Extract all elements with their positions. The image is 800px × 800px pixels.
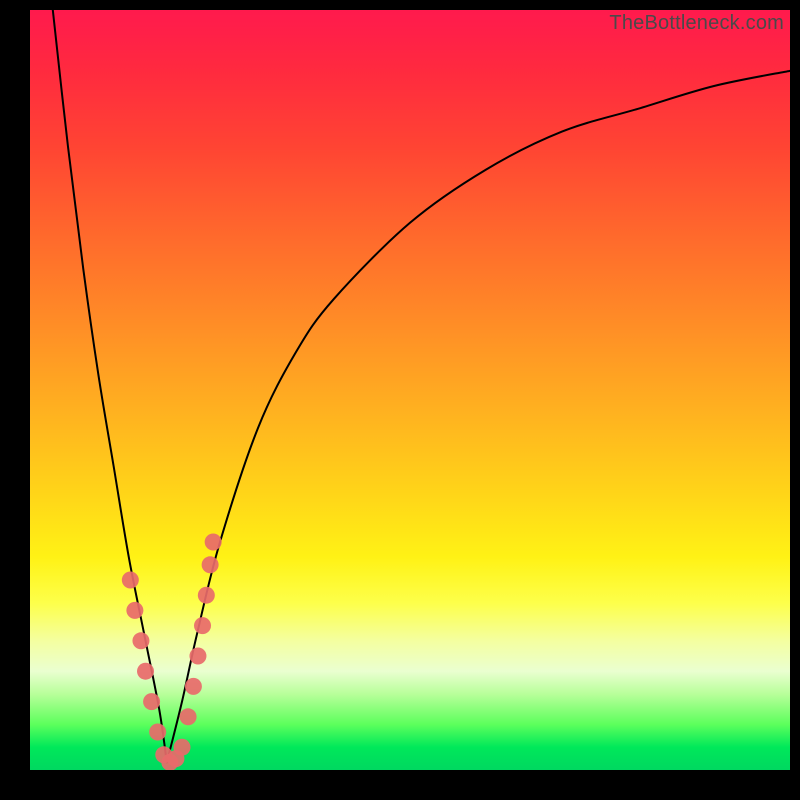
marker-dot (174, 739, 191, 756)
chart-frame: TheBottleneck.com (0, 0, 800, 800)
marker-dot (185, 678, 202, 695)
marker-dot (126, 602, 143, 619)
marker-group (122, 534, 222, 771)
curve-left-branch (53, 10, 167, 762)
marker-dot (194, 617, 211, 634)
marker-dot (137, 663, 154, 680)
marker-dot (202, 556, 219, 573)
series-left-branch (53, 10, 167, 762)
marker-dot (180, 708, 197, 725)
series-right-branch (167, 71, 790, 763)
marker-dot (132, 632, 149, 649)
marker-dot (149, 724, 166, 741)
marker-dot (122, 572, 139, 589)
curve-right-branch (167, 71, 790, 763)
plot-area: TheBottleneck.com (30, 10, 790, 770)
chart-svg (30, 10, 790, 770)
marker-dot (143, 693, 160, 710)
marker-dot (198, 587, 215, 604)
marker-dot (189, 648, 206, 665)
marker-dot (205, 534, 222, 551)
